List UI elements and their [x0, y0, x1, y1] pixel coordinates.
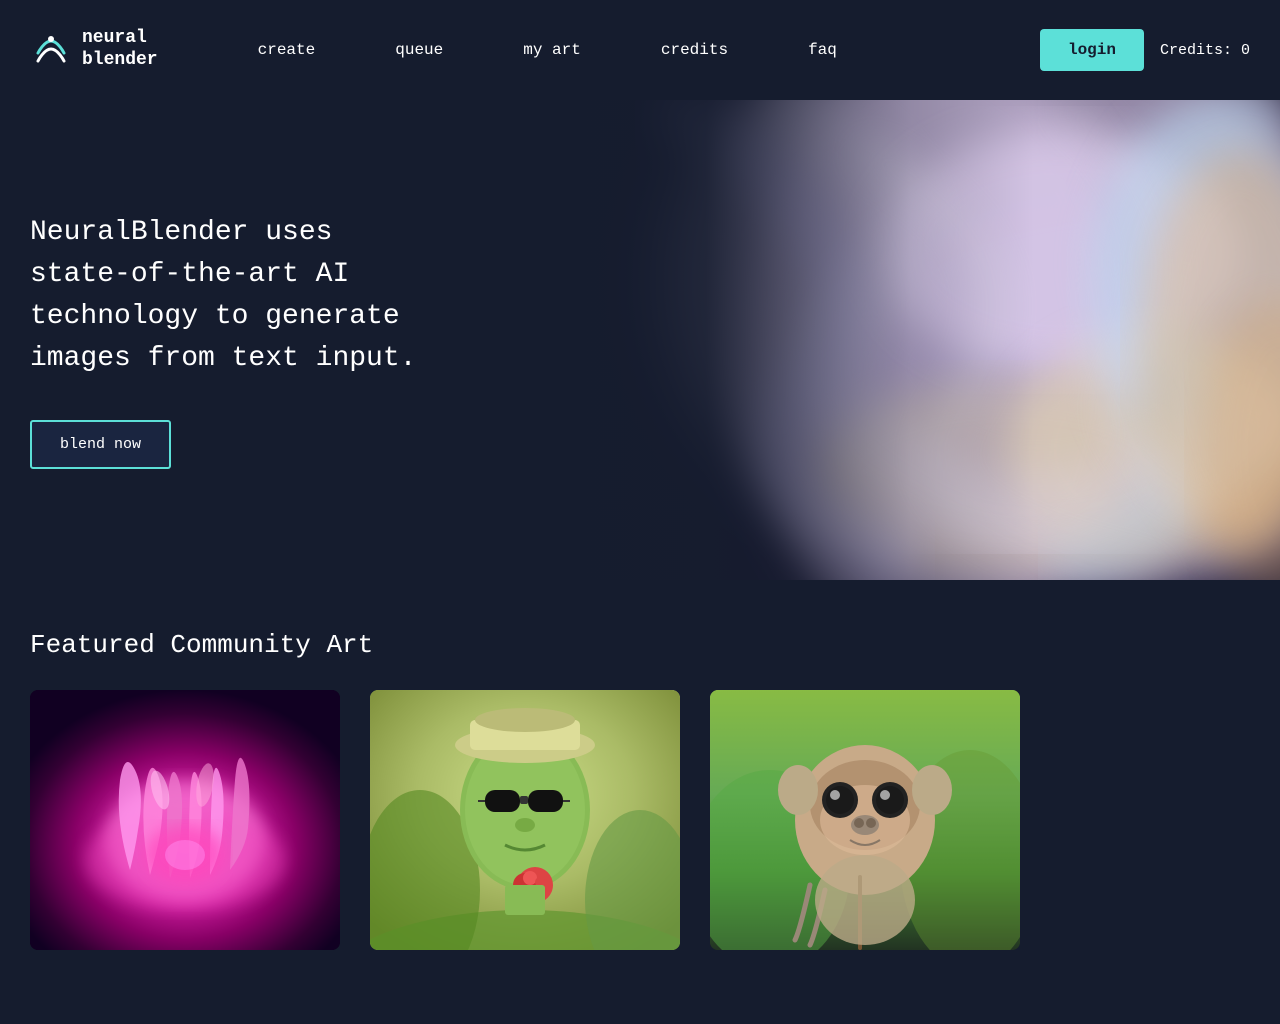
- hero-section: NeuralBlender uses state-of-the-art AI t…: [0, 100, 1280, 580]
- nav-faq[interactable]: faq: [768, 31, 877, 69]
- login-button[interactable]: login: [1040, 29, 1144, 71]
- hero-background: [460, 100, 1280, 580]
- community-section: Featured Community Art: [0, 580, 1280, 980]
- logo[interactable]: neural blender: [30, 28, 158, 71]
- art-card-2[interactable]: [370, 690, 680, 950]
- art-card-3[interactable]: [710, 690, 1020, 950]
- header: neural blender create queue my art credi…: [0, 0, 1280, 100]
- hero-content: NeuralBlender uses state-of-the-art AI t…: [0, 100, 480, 580]
- logo-icon: [30, 29, 72, 71]
- community-heading: Featured Community Art: [30, 630, 1250, 660]
- header-right: login Credits: 0: [1040, 29, 1250, 71]
- main-nav: create queue my art credits faq: [218, 31, 1040, 69]
- nav-my-art[interactable]: my art: [483, 31, 621, 69]
- credits-display: Credits: 0: [1160, 42, 1250, 59]
- art-card-1[interactable]: [30, 690, 340, 950]
- logo-text: neural blender: [82, 28, 158, 71]
- nav-credits[interactable]: credits: [621, 31, 768, 69]
- nav-create[interactable]: create: [218, 31, 356, 69]
- nav-queue[interactable]: queue: [355, 31, 483, 69]
- blend-now-button[interactable]: blend now: [30, 420, 171, 469]
- hero-heading: NeuralBlender uses state-of-the-art AI t…: [30, 212, 450, 380]
- art-grid: [30, 690, 1250, 950]
